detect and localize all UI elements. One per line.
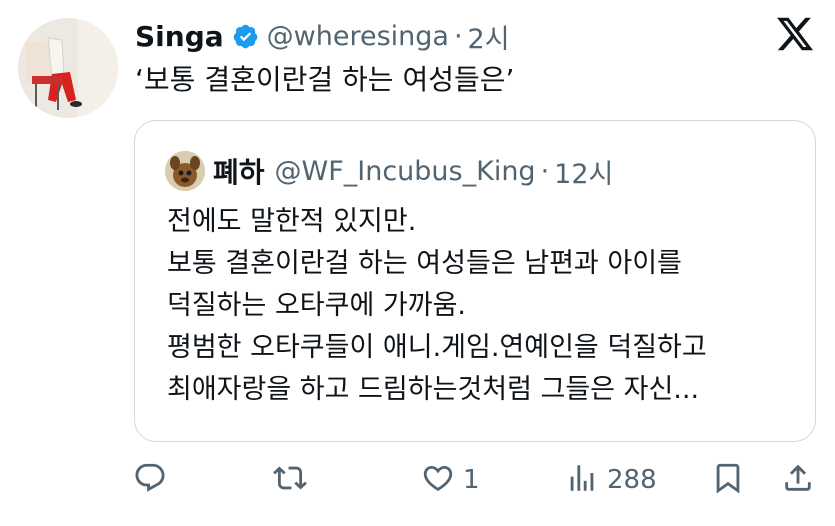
bookmark-button[interactable] bbox=[711, 455, 745, 505]
like-count: 1 bbox=[463, 465, 480, 495]
quoted-text-line: 최애자랑을 하고 드림하는것처럼 그들은 자신... bbox=[167, 374, 700, 405]
tweet-text: ‘보통 결혼이란걸 하는 여성들은’ bbox=[135, 63, 515, 96]
heart-icon bbox=[421, 461, 455, 499]
tweet-action-bar: 1 288 bbox=[133, 455, 818, 505]
x-logo-icon[interactable] bbox=[775, 14, 815, 54]
views-icon bbox=[565, 461, 599, 499]
author-display-name[interactable]: Singa bbox=[135, 20, 224, 53]
author-handle[interactable]: @wheresinga bbox=[267, 21, 449, 52]
like-button[interactable]: 1 bbox=[421, 455, 480, 505]
share-icon bbox=[781, 461, 815, 499]
verified-badge-icon bbox=[232, 23, 259, 50]
bookmark-icon bbox=[711, 461, 745, 499]
quoted-text-line: 전에도 말한적 있지만. bbox=[167, 206, 417, 237]
share-button[interactable] bbox=[781, 455, 815, 505]
quoted-text-line: 보통 결혼이란걸 하는 여성들은 남편과 아이를 bbox=[167, 248, 682, 279]
reply-button[interactable] bbox=[133, 455, 167, 505]
views-button[interactable]: 288 bbox=[565, 455, 657, 505]
quoted-text-line: 평범한 오타쿠들이 애니.게임.연예인을 덕질하고 bbox=[167, 332, 707, 363]
author-avatar[interactable] bbox=[18, 18, 118, 118]
quoted-author-display-name: 폐하 bbox=[213, 156, 265, 189]
views-count: 288 bbox=[607, 465, 657, 495]
quoted-tweet-header: 폐하 @WF_Incubus_King · 12시 bbox=[165, 151, 613, 191]
tweet-time[interactable]: 2시 bbox=[468, 17, 510, 56]
separator-dot: · bbox=[453, 20, 463, 52]
quoted-tweet-time: 12시 bbox=[554, 158, 614, 190]
tweet-header: Singa @wheresinga · 2시 bbox=[135, 14, 510, 58]
quoted-author-handle: @WF_Incubus_King bbox=[274, 155, 536, 187]
reply-icon bbox=[133, 461, 167, 499]
quoted-tweet-card[interactable]: 폐하 @WF_Incubus_King · 12시 전에도 말한적 있지만. 보… bbox=[134, 120, 816, 442]
retweet-button[interactable] bbox=[273, 455, 307, 505]
quoted-text-line: 덕질하는 오타쿠에 가까움. bbox=[167, 290, 466, 321]
retweet-icon bbox=[273, 461, 307, 499]
quoted-author-avatar bbox=[165, 151, 205, 191]
separator-dot: · bbox=[540, 155, 550, 187]
quoted-tweet-text: 전에도 말한적 있지만. 보통 결혼이란걸 하는 여성들은 남편과 아이를 덕질… bbox=[167, 201, 807, 411]
